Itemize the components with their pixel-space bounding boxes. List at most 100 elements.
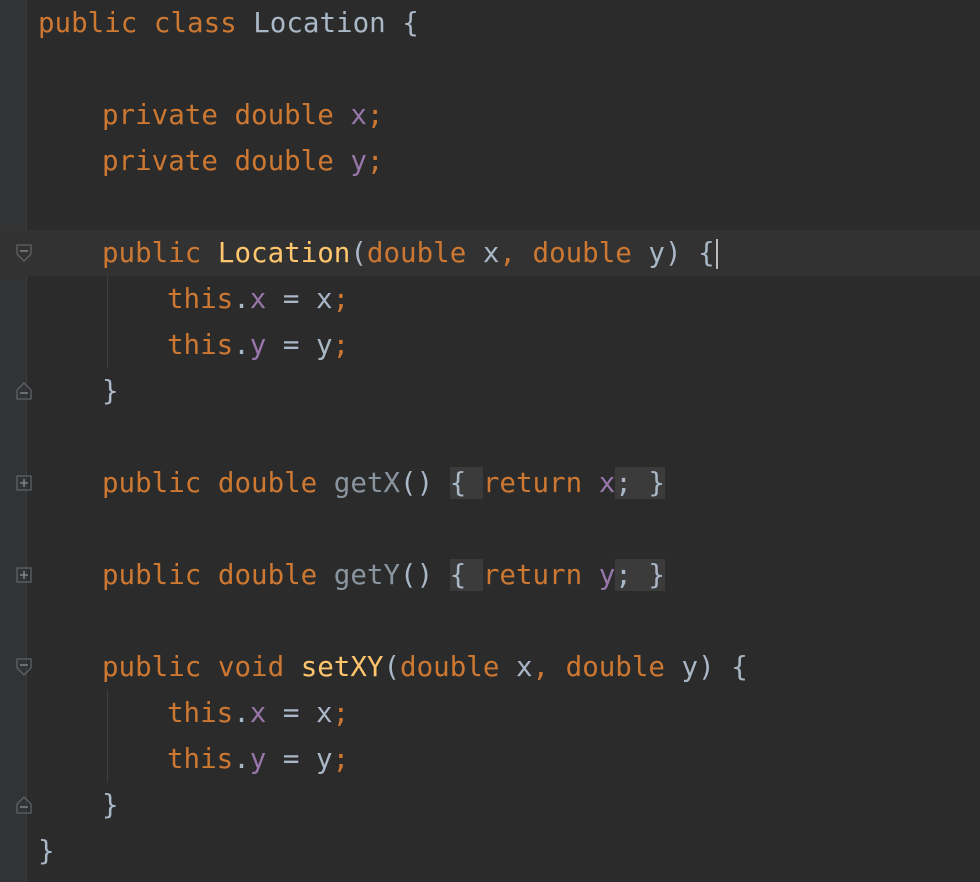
- code-token: .: [233, 283, 250, 315]
- indent-guide: [107, 276, 108, 368]
- code-token: (: [383, 651, 401, 683]
- code-token: (: [350, 237, 367, 269]
- code-text: }: [38, 828, 55, 874]
- code-token: return: [482, 467, 599, 499]
- code-token: public double: [102, 467, 334, 499]
- code-token: return: [482, 559, 599, 591]
- code-token: y: [598, 559, 616, 591]
- code-line[interactable]: }: [0, 782, 980, 828]
- code-token: (): [400, 467, 450, 499]
- code-line[interactable]: [0, 414, 980, 460]
- fold-expand-icon[interactable]: [14, 565, 34, 585]
- code-line[interactable]: public double getX() { return x; }: [0, 460, 980, 506]
- code-line[interactable]: }: [0, 828, 980, 874]
- code-token: x: [598, 467, 616, 499]
- fold-collapse-icon[interactable]: [14, 243, 34, 263]
- code-token: public: [102, 237, 218, 269]
- code-line[interactable]: this.x = x;: [0, 690, 980, 736]
- code-line[interactable]: public void setXY(double x, double y) {: [0, 644, 980, 690]
- code-token: x: [515, 651, 533, 683]
- code-token: ,: [499, 237, 533, 269]
- fold-collapse-icon[interactable]: [14, 657, 34, 677]
- code-token: (): [400, 559, 450, 591]
- code-text: public double getY() { return y; }: [102, 552, 665, 598]
- code-token: ;: [366, 99, 384, 131]
- code-token: ;: [332, 743, 350, 775]
- code-token: private double: [102, 99, 351, 131]
- fold-end-icon[interactable]: [14, 381, 34, 401]
- code-token: ) {: [698, 651, 748, 683]
- code-text: this.x = x;: [167, 690, 349, 736]
- code-token: double: [366, 237, 483, 269]
- code-text: public double getX() { return x; }: [102, 460, 665, 506]
- folded-code-region[interactable]: ; }: [615, 559, 665, 591]
- code-token: }: [102, 789, 119, 821]
- code-line[interactable]: this.y = y;: [0, 736, 980, 782]
- code-token: private double: [102, 145, 351, 177]
- code-token: Location: [217, 237, 351, 269]
- folded-code-region[interactable]: ; }: [615, 467, 665, 499]
- code-token: getX: [333, 467, 401, 499]
- code-token: this: [167, 697, 234, 729]
- code-token: double: [532, 237, 649, 269]
- code-token: public void: [102, 651, 301, 683]
- code-token: x: [350, 99, 367, 131]
- code-text: }: [102, 368, 119, 414]
- code-token: .: [233, 329, 250, 361]
- code-token: y: [350, 145, 367, 177]
- text-caret: [715, 239, 718, 269]
- code-text: public class Location {: [38, 0, 419, 46]
- indent-guide: [107, 690, 108, 782]
- code-text: this.y = y;: [167, 736, 349, 782]
- code-token: y: [249, 329, 267, 361]
- code-line[interactable]: private double y;: [0, 138, 980, 184]
- code-token: public class: [38, 7, 254, 39]
- code-text: private double x;: [102, 92, 383, 138]
- fold-end-icon[interactable]: [14, 795, 34, 815]
- code-line[interactable]: this.x = x;: [0, 276, 980, 322]
- code-editor[interactable]: public class Location { private double x;…: [0, 0, 980, 882]
- code-token: y: [249, 743, 267, 775]
- code-token: ;: [332, 283, 350, 315]
- code-token: = x: [266, 283, 333, 315]
- code-token: ) {: [664, 237, 715, 269]
- code-token: = y: [266, 743, 333, 775]
- code-line[interactable]: private double x;: [0, 92, 980, 138]
- code-token: ;: [332, 329, 350, 361]
- code-token: this: [167, 329, 234, 361]
- code-line[interactable]: this.y = y;: [0, 322, 980, 368]
- code-token: y: [648, 237, 665, 269]
- code-line[interactable]: public class Location {: [0, 0, 980, 46]
- code-token: x: [249, 283, 267, 315]
- code-token: = x: [266, 697, 333, 729]
- code-token: this: [167, 283, 234, 315]
- code-line[interactable]: }: [0, 368, 980, 414]
- folded-code-region[interactable]: {: [449, 559, 483, 591]
- code-token: public double: [102, 559, 334, 591]
- fold-expand-icon[interactable]: [14, 473, 34, 493]
- code-token: ,: [532, 651, 566, 683]
- code-line[interactable]: [0, 184, 980, 230]
- code-line[interactable]: [0, 506, 980, 552]
- code-line[interactable]: public Location(double x, double y) {: [0, 230, 980, 276]
- code-line[interactable]: [0, 46, 980, 92]
- code-text: public Location(double x, double y) {: [102, 230, 718, 276]
- code-token: double: [400, 651, 516, 683]
- code-line[interactable]: [0, 598, 980, 644]
- code-token: ;: [332, 697, 350, 729]
- code-text: this.y = y;: [167, 322, 349, 368]
- code-token: setXY: [300, 651, 384, 683]
- code-line[interactable]: public double getY() { return y; }: [0, 552, 980, 598]
- code-text: private double y;: [102, 138, 383, 184]
- folded-code-region[interactable]: {: [449, 467, 483, 499]
- code-token: = y: [266, 329, 333, 361]
- code-token: x: [482, 237, 500, 269]
- code-token: .: [233, 697, 250, 729]
- code-token: Location: [253, 7, 403, 39]
- code-token: }: [102, 375, 119, 407]
- code-text: }: [102, 782, 119, 828]
- code-token: y: [681, 651, 699, 683]
- code-token: .: [233, 743, 250, 775]
- code-token: x: [249, 697, 267, 729]
- code-text: public void setXY(double x, double y) {: [102, 644, 748, 690]
